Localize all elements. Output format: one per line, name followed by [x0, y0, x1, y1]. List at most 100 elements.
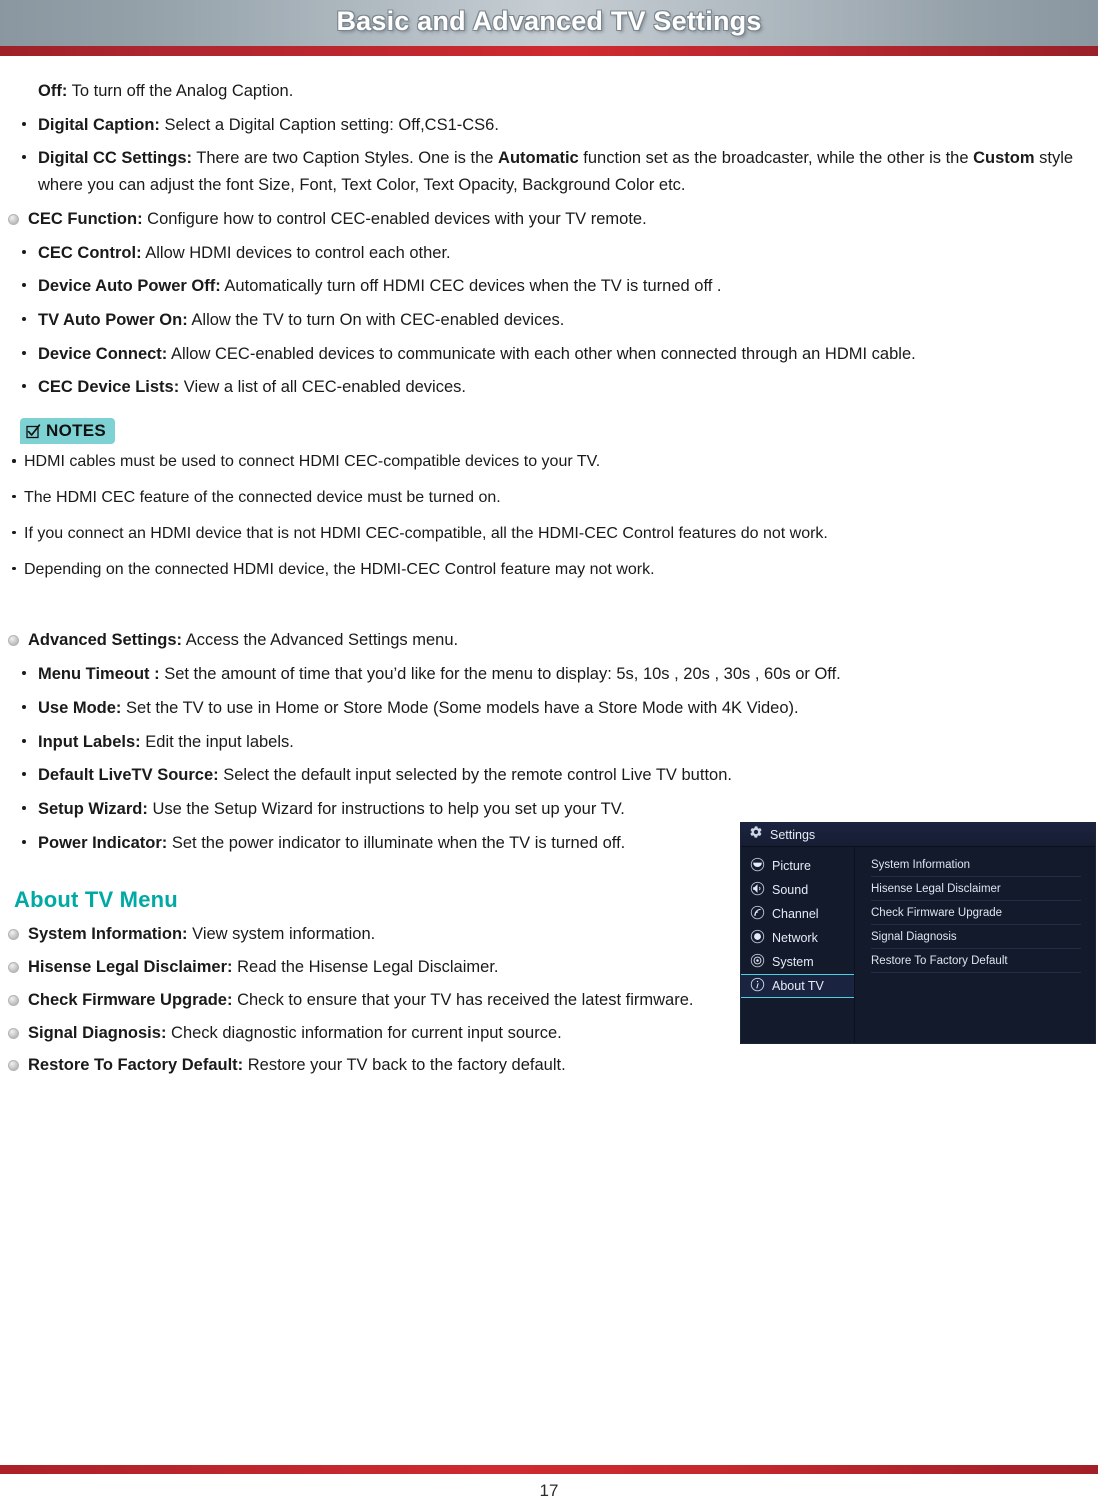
desc-cec-device-lists: View a list of all CEC-enabled devices.: [179, 378, 466, 397]
term-cec-device-lists: CEC Device Lists:: [38, 378, 180, 397]
tv-menu-title: Settings: [770, 827, 816, 842]
checkbox-check-icon: [26, 424, 41, 439]
bullet-dot-icon: [22, 384, 26, 389]
desc-cec-function: Configure how to control CEC-enabled dev…: [142, 209, 647, 228]
sidebar-item-label: Sound: [772, 883, 809, 897]
note-text: The HDMI CEC feature of the connected de…: [24, 488, 501, 506]
desc-device-auto-power-off: Automatically turn off HDMI CEC devices …: [220, 277, 722, 296]
sound-icon: [750, 881, 765, 899]
list-item-signal-diagnosis: Signal Diagnosis: Check diagnostic infor…: [8, 1020, 732, 1047]
bullet-sphere-icon: [8, 1027, 19, 1039]
sidebar-item-label: Picture: [772, 859, 811, 873]
gear-icon: [749, 825, 763, 844]
list-item-restore-to-factory-default: Restore To Factory Default: Restore your…: [8, 1052, 732, 1079]
menu-row-hisense-legal-disclaimer[interactable]: Hisense Legal Disclaimer: [871, 877, 1081, 901]
list-item-menu-timeout: Menu Timeout : Set the amount of time th…: [8, 661, 1084, 688]
bullet-dot-icon: [12, 459, 16, 463]
term-input-labels: Input Labels:: [38, 732, 141, 751]
term-system-information: System Information:: [28, 925, 188, 944]
picture-icon: [750, 857, 765, 875]
desc-digital-cc-bold2: Custom: [973, 149, 1035, 168]
note-item: The HDMI CEC feature of the connected de…: [8, 486, 1084, 511]
menu-row-signal-diagnosis[interactable]: Signal Diagnosis: [871, 925, 1081, 949]
desc-tv-auto-power-on: Allow the TV to turn On with CEC-enabled…: [187, 311, 565, 330]
list-item-tv-auto-power-on: TV Auto Power On: Allow the TV to turn O…: [8, 307, 1084, 334]
menu-row-system-information[interactable]: System Information: [871, 853, 1081, 877]
sidebar-item-channel[interactable]: Channel: [741, 902, 854, 926]
term-advanced-settings: Advanced Settings:: [28, 631, 183, 650]
bullet-sphere-icon: [8, 1060, 19, 1072]
term-cec-function: CEC Function:: [28, 209, 143, 228]
header-red-rule: [0, 46, 1098, 56]
sidebar-item-label: Network: [772, 931, 818, 945]
notes-badge: NOTES: [20, 418, 116, 445]
bullet-sphere-icon: [8, 994, 19, 1006]
term-device-connect: Device Connect:: [38, 344, 168, 363]
desc-signal-diagnosis: Check diagnostic information for current…: [166, 1023, 562, 1042]
desc-device-connect: Allow CEC-enabled devices to communicate…: [167, 344, 916, 363]
desc-check-firmware-upgrade: Check to ensure that your TV has receive…: [232, 990, 694, 1009]
term-default-livetv-source: Default LiveTV Source:: [38, 766, 219, 785]
menu-row-restore-to-factory-default[interactable]: Restore To Factory Default: [871, 949, 1081, 973]
term-digital-caption: Digital Caption:: [38, 115, 160, 134]
bullet-sphere-icon: [8, 635, 19, 647]
tv-menu-options-list: System Information Hisense Legal Disclai…: [855, 847, 1095, 1043]
list-item-digital-cc-settings: Digital CC Settings: There are two Capti…: [8, 145, 1084, 198]
notes-label: NOTES: [46, 421, 107, 441]
about-tv-menu-list: System Information: View system informat…: [8, 921, 732, 1079]
sidebar-item-system[interactable]: System: [741, 950, 854, 974]
channel-icon: [750, 905, 765, 923]
desc-off: To turn off the Analog Caption.: [67, 82, 294, 100]
desc-default-livetv-source: Select the default input selected by the…: [218, 766, 732, 785]
bullet-sphere-icon: [8, 213, 19, 225]
bullet-sphere-icon: [8, 962, 19, 974]
bullet-dot-icon: [22, 738, 26, 743]
list-item-default-livetv-source: Default LiveTV Source: Select the defaul…: [8, 762, 1084, 789]
list-item-hisense-legal-disclaimer: Hisense Legal Disclaimer: Read the Hisen…: [8, 954, 732, 981]
term-signal-diagnosis: Signal Diagnosis:: [28, 1023, 167, 1042]
tv-menu-sidebar: Picture Sound Channel Network System Abo…: [741, 847, 855, 1043]
term-digital-cc-settings: Digital CC Settings:: [38, 149, 193, 168]
bullet-dot-icon: [22, 283, 26, 288]
desc-use-mode: Set the TV to use in Home or Store Mode …: [121, 698, 799, 717]
list-item-system-information: System Information: View system informat…: [8, 921, 732, 948]
list-item-cec-device-lists: CEC Device Lists: View a list of all CEC…: [8, 374, 1084, 401]
bullet-dot-icon: [22, 805, 26, 810]
list-item-input-labels: Input Labels: Edit the input labels.: [8, 729, 1084, 756]
page-number: 17: [539, 1481, 559, 1500]
term-off: Off:: [38, 82, 68, 100]
list-item-check-firmware-upgrade: Check Firmware Upgrade: Check to ensure …: [8, 987, 732, 1014]
desc-setup-wizard: Use the Setup Wizard for instructions to…: [147, 799, 625, 818]
menu-row-check-firmware-upgrade[interactable]: Check Firmware Upgrade: [871, 901, 1081, 925]
sidebar-item-sound[interactable]: Sound: [741, 878, 854, 902]
note-text: Depending on the connected HDMI device, …: [24, 560, 655, 578]
note-item: Depending on the connected HDMI device, …: [8, 558, 1084, 583]
desc-digital-cc-part1: There are two Caption Styles. One is the: [192, 149, 499, 168]
list-item-cec-function: CEC Function: Configure how to control C…: [8, 206, 1084, 233]
tv-menu-body: Picture Sound Channel Network System Abo…: [741, 847, 1095, 1043]
list-item-device-auto-power-off: Device Auto Power Off: Automatically tur…: [8, 273, 1084, 300]
sidebar-item-picture[interactable]: Picture: [741, 854, 854, 878]
desc-restore-to-factory-default: Restore your TV back to the factory defa…: [243, 1056, 566, 1075]
system-icon: [750, 953, 765, 971]
network-icon: [750, 929, 765, 947]
sidebar-item-about-tv[interactable]: About TV: [741, 974, 854, 998]
tv-menu-titlebar: Settings: [741, 823, 1095, 847]
page-title: Basic and Advanced TV Settings: [336, 6, 762, 36]
term-restore-to-factory-default: Restore To Factory Default:: [28, 1056, 244, 1075]
term-menu-timeout: Menu Timeout :: [38, 665, 160, 684]
list-item-off: Off: To turn off the Analog Caption.: [8, 78, 1084, 105]
note-item: HDMI cables must be used to connect HDMI…: [8, 450, 1084, 475]
sidebar-item-network[interactable]: Network: [741, 926, 854, 950]
list-item-advanced-settings: Advanced Settings: Access the Advanced S…: [8, 627, 1084, 654]
term-power-indicator: Power Indicator:: [38, 833, 168, 852]
term-use-mode: Use Mode:: [38, 698, 122, 717]
list-item-use-mode: Use Mode: Set the TV to use in Home or S…: [8, 695, 1084, 722]
term-device-auto-power-off: Device Auto Power Off:: [38, 277, 221, 296]
bullet-dot-icon: [22, 155, 26, 160]
bullet-dot-icon: [12, 530, 16, 535]
list-item-digital-caption: Digital Caption: Select a Digital Captio…: [8, 112, 1084, 139]
note-text: If you connect an HDMI device that is no…: [24, 524, 828, 542]
desc-power-indicator: Set the power indicator to illuminate wh…: [167, 833, 626, 852]
